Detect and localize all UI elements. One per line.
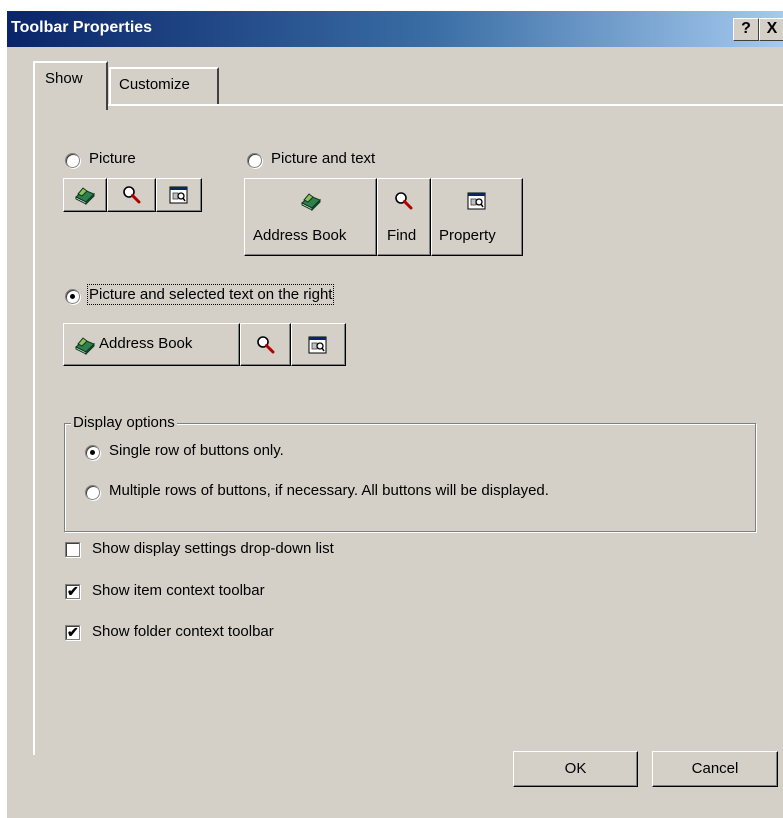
title-bar[interactable]: Toolbar Properties ? X — [7, 11, 783, 47]
help-button[interactable]: ? — [733, 18, 759, 41]
tab-customize-label: Customize — [119, 76, 190, 93]
tab-show[interactable]: Show — [33, 61, 108, 110]
toolbar-properties-dialog: Toolbar Properties ? X Show Customize Pi… — [6, 10, 783, 818]
cancel-button[interactable]: Cancel — [652, 751, 778, 787]
tab-panel-show — [33, 104, 783, 755]
close-button[interactable]: X — [759, 18, 783, 41]
help-icon: ? — [741, 20, 751, 37]
ok-button[interactable]: OK — [513, 751, 638, 787]
tab-show-label: Show — [45, 70, 83, 87]
tab-customize[interactable]: Customize — [109, 67, 219, 105]
close-icon: X — [766, 20, 778, 37]
window-title: Toolbar Properties — [11, 19, 153, 36]
